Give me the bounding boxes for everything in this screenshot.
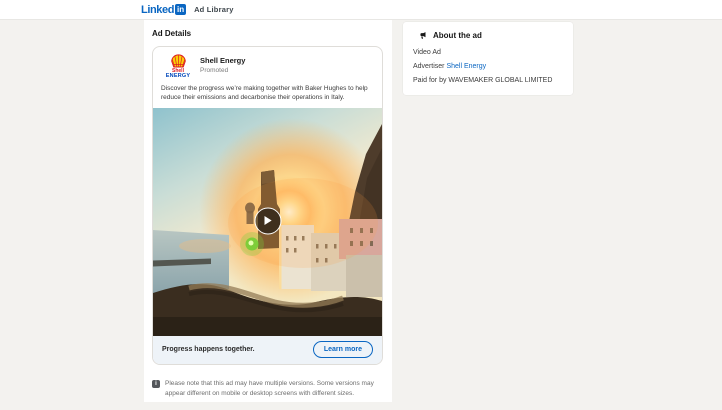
shell-energy-logo: Shell ENERGY	[161, 54, 195, 80]
versions-disclaimer: i Please note that this ad may have mult…	[152, 379, 386, 399]
about-the-ad-card: About the ad Video Ad Advertiser Shell E…	[403, 22, 573, 95]
megaphone-icon	[420, 32, 426, 39]
play-button[interactable]	[254, 207, 281, 235]
learn-more-button[interactable]: Learn more	[312, 341, 373, 359]
paid-for-value: WAVEMAKER GLOBAL LIMITED	[448, 77, 553, 85]
advertiser-label: Advertiser	[413, 63, 445, 71]
advertiser-row: Advertiser Shell Energy	[413, 63, 563, 71]
promoted-label: Promoted	[200, 67, 229, 74]
ad-card-footer: Progress happens together. Learn more	[153, 335, 382, 364]
advertiser-name[interactable]: Shell Energy	[200, 56, 245, 65]
page-title: Ad Details	[152, 29, 192, 38]
about-header: About the ad	[403, 22, 573, 40]
ad-card: Shell ENERGY Shell Energy Promoted Disco…	[152, 46, 383, 365]
advertiser-meta: Shell Energy Promoted	[200, 54, 245, 80]
paid-for-row: Paid for by WAVEMAKER GLOBAL LIMITED	[413, 77, 563, 85]
ad-details-panel: Ad Details Shell ENERGY Shell Energy Pro…	[144, 20, 392, 402]
linkedin-wordmark: Linked	[141, 3, 175, 16]
linkedin-in-badge: in	[175, 4, 187, 15]
ad-body-text: Discover the progress we’re making toget…	[161, 84, 368, 101]
shell-pecten-icon	[170, 54, 186, 68]
app-title: Ad Library	[194, 5, 234, 14]
paid-for-label: Paid for by	[413, 77, 447, 85]
ad-video-thumbnail[interactable]	[153, 107, 382, 336]
ad-headline: Progress happens together.	[162, 346, 255, 354]
ad-type-value: Video Ad	[413, 49, 441, 56]
about-rows: Video Ad Advertiser Shell Energy Paid fo…	[403, 40, 573, 85]
advertiser-link[interactable]: Shell Energy	[446, 63, 486, 70]
info-icon: i	[152, 379, 160, 388]
ad-type-row: Video Ad	[413, 49, 563, 57]
play-icon	[264, 216, 272, 226]
top-nav: Linked in Ad Library	[0, 0, 722, 20]
disclaimer-text: Please note that this ad may have multip…	[165, 379, 374, 397]
ad-card-header: Shell ENERGY Shell Energy Promoted	[153, 47, 382, 82]
about-title: About the ad	[433, 31, 482, 40]
linkedin-logo[interactable]: Linked in	[141, 3, 187, 16]
shell-logo-energy-text: ENERGY	[165, 73, 191, 79]
